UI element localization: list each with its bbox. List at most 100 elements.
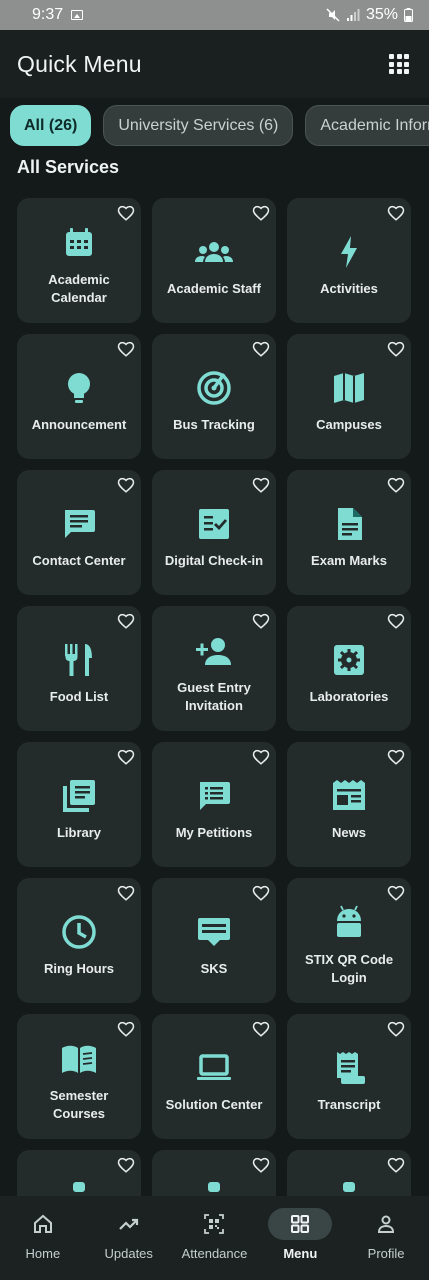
nav-menu[interactable]: Menu [257,1208,343,1261]
favorite-icon[interactable] [387,204,405,222]
trending-icon [118,1218,138,1230]
partial-icon [343,1182,355,1192]
favorite-icon[interactable] [117,476,135,494]
service-card-guest-entry-invitation[interactable]: Guest Entry Invitation [152,606,276,731]
nav-updates[interactable]: Updates [86,1208,172,1261]
checklist-icon [199,508,229,539]
nav-indicator [182,1208,246,1240]
filter-chips: All (26) University Services (6) Academi… [10,105,429,146]
favorite-icon[interactable] [252,204,270,222]
favorite-icon[interactable] [387,1020,405,1038]
service-label: Exam Marks [311,552,387,568]
service-card-digital-check-in[interactable]: Digital Check-in [152,470,276,595]
service-card-library[interactable]: Library [17,742,141,867]
chip-all[interactable]: All (26) [10,105,92,146]
service-card-laboratories[interactable]: Laboratories [287,606,411,731]
document-icon [338,507,362,540]
mute-icon [326,8,340,22]
partial-icon [73,1182,85,1192]
favorite-icon[interactable] [117,1020,135,1038]
service-label: SKS [200,960,228,976]
favorite-icon[interactable] [117,612,135,630]
favorite-icon[interactable] [252,884,270,902]
service-card-partial-23[interactable] [287,1150,411,1200]
favorite-icon[interactable] [117,340,135,358]
favorite-icon[interactable] [387,748,405,766]
credit-card-icon [198,917,230,946]
favorite-icon[interactable] [117,204,135,222]
favorite-icon[interactable] [117,1156,135,1174]
section-title: All Services [17,157,120,177]
service-card-stix-qr-code-login[interactable]: STIX QR Code Login [287,878,411,1003]
service-card-ring-hours[interactable]: Ring Hours [17,878,141,1003]
book-icon [62,1045,96,1073]
radar-icon [197,370,231,405]
favorite-icon[interactable] [387,1156,405,1174]
service-label: Transcript [317,1096,381,1112]
favorite-icon[interactable] [252,1020,270,1038]
nav-indicator [11,1208,75,1240]
nav-profile[interactable]: Profile [343,1208,429,1261]
nav-indicator [268,1208,333,1240]
nav-label: Attendance [181,1246,248,1261]
service-card-campuses[interactable]: Campuses [287,334,411,459]
gallery-notification-icon [71,10,84,20]
status-time: 9:37 [32,6,64,23]
restaurant-icon [65,643,92,676]
service-card-news[interactable]: News [287,742,411,867]
library-icon [63,779,95,812]
service-card-exam-marks[interactable]: Exam Marks [287,470,411,595]
favorite-icon[interactable] [117,748,135,766]
nav-label: Home [25,1246,61,1261]
nav-label: Updates [104,1246,153,1261]
bottom-navigation: Home Updates Attendance Menu Profile [0,1196,429,1280]
nav-attendance[interactable]: Attendance [172,1208,258,1261]
clock-icon [62,914,96,949]
service-card-food-list[interactable]: Food List [17,606,141,731]
home-icon [33,1214,52,1233]
chip-university-services[interactable]: University Services (6) [103,105,294,146]
nav-home[interactable]: Home [0,1208,86,1261]
lightbulb-icon [68,372,90,403]
favorite-icon[interactable] [117,884,135,902]
favorite-icon[interactable] [252,748,270,766]
service-card-partial-22[interactable] [152,1150,276,1200]
service-card-academic-calendar[interactable]: Academic Calendar [17,198,141,323]
service-card-bus-tracking[interactable]: Bus Tracking [152,334,276,459]
service-card-sks[interactable]: SKS [152,878,276,1003]
service-card-my-petitions[interactable]: My Petitions [152,742,276,867]
service-label: Laboratories [309,688,389,704]
chip-academic-information[interactable]: Academic Inform [305,105,429,146]
service-card-activities[interactable]: Activities [287,198,411,323]
service-label: Guest Entry Invitation [177,679,251,713]
favorite-icon[interactable] [252,612,270,630]
page-title: Quick Menu [17,50,142,77]
service-card-transcript[interactable]: Transcript [287,1014,411,1139]
favorite-icon[interactable] [252,476,270,494]
service-card-solution-center[interactable]: Solution Center [152,1014,276,1139]
app-bar: Quick Menu [0,30,429,98]
favorite-icon[interactable] [387,340,405,358]
chat-icon [65,509,95,538]
petition-icon [200,781,230,810]
service-card-contact-center[interactable]: Contact Center [17,470,141,595]
service-label: Campuses [316,416,382,432]
service-card-semester-courses[interactable]: Semester Courses [17,1014,141,1139]
favorite-icon[interactable] [252,340,270,358]
nav-indicator [354,1208,418,1240]
apps-grid-icon[interactable] [389,54,409,74]
service-card-academic-staff[interactable]: Academic Staff [152,198,276,323]
favorite-icon[interactable] [387,476,405,494]
person-add-icon [196,637,231,665]
service-label: My Petitions [175,824,253,840]
service-label: Solution Center [165,1096,263,1112]
service-card-announcement[interactable]: Announcement [17,334,141,459]
newspaper-icon [333,779,365,810]
favorite-icon[interactable] [252,1156,270,1174]
service-label: Bus Tracking [173,416,255,432]
service-card-partial-21[interactable] [17,1150,141,1200]
service-label: Food List [49,688,109,704]
favorite-icon[interactable] [387,612,405,630]
service-label: News [332,824,366,840]
favorite-icon[interactable] [387,884,405,902]
